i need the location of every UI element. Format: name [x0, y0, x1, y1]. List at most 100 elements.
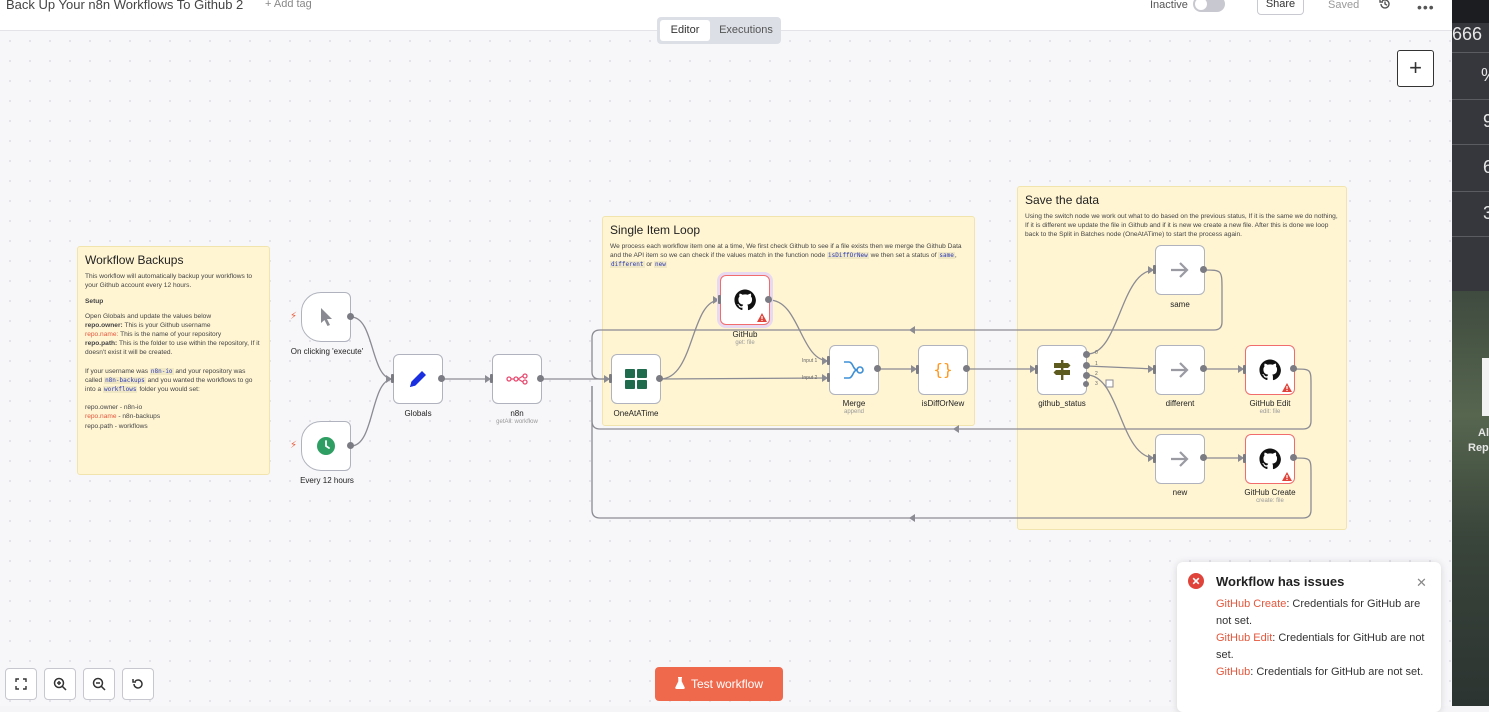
input-handle[interactable] — [1243, 365, 1246, 374]
port-label-2: 2 — [1095, 371, 1098, 377]
table-divider — [1452, 191, 1489, 192]
arrow-right-icon — [1171, 362, 1189, 378]
n8n-logo-icon — [506, 373, 528, 385]
zoom-in-icon — [53, 677, 67, 691]
input-handle[interactable] — [490, 374, 493, 383]
output-handle-3[interactable] — [1083, 381, 1089, 387]
warning-icon — [1282, 472, 1292, 481]
node-label: same — [1170, 300, 1190, 309]
node-label: On clicking 'execute' — [290, 347, 364, 356]
node-label: isDiffOrNew — [921, 399, 965, 408]
node-label: Every 12 hours — [300, 476, 354, 485]
output-handle[interactable] — [1290, 454, 1297, 461]
input-handle-2[interactable] — [827, 373, 830, 382]
node-merge[interactable] — [829, 345, 879, 395]
node-one-at-a-time[interactable] — [611, 354, 661, 404]
node-label: GitHub Edit — [1249, 399, 1291, 408]
table-divider — [1452, 99, 1489, 100]
node-different[interactable] — [1155, 345, 1205, 395]
arrow-right-icon — [1171, 262, 1189, 278]
zoom-in-button[interactable] — [44, 668, 76, 700]
table-divider — [1452, 236, 1489, 237]
output-handle[interactable] — [537, 375, 544, 382]
input-handle[interactable] — [1153, 265, 1156, 274]
issue-node-link[interactable]: GitHub Create — [1216, 598, 1286, 610]
node-is-diff-or-new[interactable]: {} — [918, 345, 968, 395]
background-window: 666 % 9 6 3 Al Rep — [1452, 0, 1489, 706]
toast-issue: GitHub Edit: Credentials for GitHub are … — [1216, 630, 1427, 664]
issue-message: : Credentials for GitHub are not set. — [1250, 666, 1424, 678]
background-text: Al — [1478, 427, 1489, 439]
background-card — [1482, 358, 1489, 416]
node-new[interactable] — [1155, 434, 1205, 484]
node-github-edit[interactable] — [1245, 345, 1295, 395]
zoom-out-icon — [92, 677, 106, 691]
node-label: Globals — [404, 409, 432, 418]
toast-issue: GitHub: Credentials for GitHub are not s… — [1216, 664, 1427, 681]
output-handle[interactable] — [347, 442, 354, 449]
output-handle[interactable] — [347, 313, 354, 320]
port-label-0: 0 — [1095, 350, 1098, 356]
node-label: GitHub Create — [1244, 488, 1296, 497]
issue-node-link[interactable]: GitHub Edit — [1216, 632, 1272, 644]
input-handle[interactable] — [1153, 365, 1156, 374]
output-handle[interactable] — [1200, 454, 1207, 461]
output-handle-0[interactable] — [1083, 351, 1090, 358]
output-handle[interactable] — [874, 365, 881, 372]
flask-icon — [675, 677, 685, 689]
output-handle[interactable] — [438, 375, 445, 382]
node-github-status[interactable] — [1037, 345, 1087, 395]
node-schedule-trigger[interactable] — [301, 421, 351, 471]
zoom-out-button[interactable] — [83, 668, 115, 700]
node-sublabel: getAll: workflow — [496, 419, 538, 425]
output-handle-1[interactable] — [1083, 362, 1090, 369]
input-handle[interactable] — [1035, 365, 1038, 374]
node-label: OneAtATime — [613, 409, 659, 418]
fit-view-button[interactable] — [5, 668, 37, 700]
output-handle[interactable] — [1290, 365, 1297, 372]
input-handle[interactable] — [718, 295, 721, 304]
input-handle[interactable] — [609, 374, 612, 383]
test-workflow-button[interactable]: Test workflow — [655, 667, 783, 701]
background-image: Al Rep — [1452, 291, 1489, 706]
issue-node-link[interactable]: GitHub — [1216, 666, 1250, 678]
input-handle[interactable] — [1243, 454, 1246, 463]
node-label: Merge — [842, 399, 866, 408]
output-handle[interactable] — [656, 375, 663, 382]
warning-icon — [757, 313, 767, 322]
output-handle[interactable] — [963, 365, 970, 372]
node-github-get[interactable] — [720, 275, 770, 325]
node-github-create[interactable] — [1245, 434, 1295, 484]
github-icon — [734, 289, 756, 311]
toast-issue: GitHub Create: Credentials for GitHub ar… — [1216, 596, 1427, 630]
output-handle[interactable] — [1200, 266, 1207, 273]
node-label: GitHub — [732, 330, 758, 339]
background-text: 6 — [1483, 157, 1489, 177]
toast-title: Workflow has issues — [1216, 574, 1345, 589]
node-manual-trigger[interactable] — [301, 292, 351, 342]
node-same[interactable] — [1155, 245, 1205, 295]
output-handle[interactable] — [1200, 365, 1207, 372]
port-label-input-1: Input 1 — [802, 358, 818, 364]
github-icon — [1259, 359, 1281, 381]
table-divider — [1452, 52, 1489, 53]
background-text: Rep — [1468, 442, 1489, 454]
reset-icon — [132, 679, 143, 689]
close-icon[interactable]: ✕ — [1416, 575, 1427, 591]
input-handle-1[interactable] — [827, 356, 830, 365]
trigger-bolt-icon: ⚡ — [290, 311, 298, 322]
issues-toast: Workflow has issues ✕ GitHub Create: Cre… — [1177, 562, 1441, 712]
input-handle[interactable] — [391, 374, 394, 383]
node-n8n[interactable] — [492, 354, 542, 404]
output-handle[interactable] — [765, 296, 772, 303]
reset-zoom-button[interactable] — [122, 668, 154, 700]
node-sublabel: edit: file — [1259, 409, 1281, 415]
input-handle[interactable] — [916, 365, 919, 374]
output-handle-2[interactable] — [1083, 372, 1090, 379]
input-handle[interactable] — [1153, 454, 1156, 463]
node-globals[interactable] — [393, 354, 443, 404]
background-table: 666 % 9 6 3 — [1452, 23, 1489, 291]
background-text: % — [1481, 65, 1489, 86]
background-text: 9 — [1483, 111, 1489, 131]
node-sublabel: create: file — [1256, 498, 1284, 504]
